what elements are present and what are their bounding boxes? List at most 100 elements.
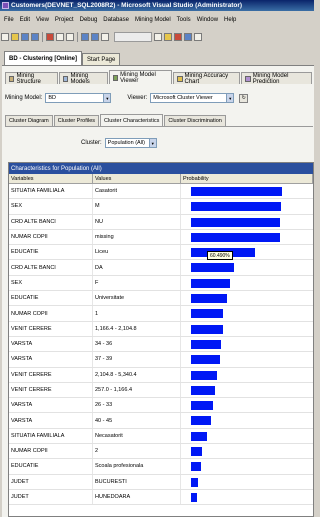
value-cell: 26 - 33 xyxy=(93,398,181,413)
tab-cluster-profiles[interactable]: Cluster Profiles xyxy=(53,115,100,126)
header-values[interactable]: Values xyxy=(93,174,181,183)
value-cell: BUCURESTI xyxy=(93,474,181,489)
table-row[interactable]: JUDET HUNEDOARA xyxy=(9,489,313,506)
prediction-icon xyxy=(245,75,251,82)
table-row[interactable]: JUDET BUCURESTI xyxy=(9,474,313,490)
variable-cell: EDUCATIE xyxy=(9,291,93,306)
properties-icon[interactable] xyxy=(174,33,182,41)
probability-cell xyxy=(181,276,313,290)
tab-label: Mining Model Viewer xyxy=(120,71,156,84)
table-row[interactable]: VENIT CERERE 1,166.4 - 2,104.8 xyxy=(9,321,313,337)
table-row[interactable]: SEX F xyxy=(9,275,313,292)
table-row[interactable]: VARSTA 37 - 39 xyxy=(9,352,313,368)
chevron-down-icon[interactable]: ▼ xyxy=(226,94,234,102)
tab-mining-structure[interactable]: Mining Structure xyxy=(5,72,59,85)
value-cell: 37 - 39 xyxy=(93,352,181,367)
tab-mining-model-viewer[interactable]: Mining Model Viewer xyxy=(108,70,173,84)
probability-cell xyxy=(181,199,313,213)
table-row[interactable]: EDUCATIE Scoala profesionala xyxy=(9,459,313,475)
probability-bar xyxy=(191,431,207,441)
table-row[interactable]: SEX M xyxy=(9,199,313,215)
tab-mining-models[interactable]: Mining Models xyxy=(59,72,108,85)
value-cell: 40 - 45 xyxy=(93,413,181,428)
menu-file[interactable]: File xyxy=(1,17,17,23)
table-row[interactable]: SITUATIA FAMILIALA Casatorit xyxy=(9,184,313,200)
variable-cell: EDUCATIE xyxy=(9,459,93,474)
table-row[interactable]: VENIT CERERE 2,104.8 - 5,340.4 xyxy=(9,367,313,383)
refresh-button[interactable]: ↻ xyxy=(239,93,249,103)
table-row[interactable]: EDUCATIE Universitate xyxy=(9,291,313,307)
tab-label: Mining Accuracy Chart xyxy=(184,72,229,85)
model-selector-bar: Mining Model: BD ▼ Viewer: Microsoft Clu… xyxy=(5,91,313,105)
mining-model-select[interactable]: BD ▼ xyxy=(45,93,112,103)
menu-tools[interactable]: Tools xyxy=(174,17,194,23)
window-title: Customers(DEVNET_SQL2008R2) - Microsoft … xyxy=(11,2,243,9)
probability-cell xyxy=(181,291,313,305)
tab-cluster-diagram[interactable]: Cluster Diagram xyxy=(5,115,53,126)
table-row[interactable]: VARSTA 26 - 33 xyxy=(9,398,313,414)
value-cell: missing xyxy=(93,229,181,245)
paste-icon[interactable] xyxy=(66,33,74,41)
undo-icon[interactable] xyxy=(81,33,89,41)
start-icon[interactable] xyxy=(101,33,109,41)
probability-bar xyxy=(191,477,198,487)
save-icon[interactable] xyxy=(21,33,29,41)
menu-debug[interactable]: Debug xyxy=(77,17,101,23)
menu-mining-model[interactable]: Mining Model xyxy=(132,17,174,23)
save-all-icon[interactable] xyxy=(31,33,39,41)
toolbox-icon[interactable] xyxy=(184,33,192,41)
table-row[interactable]: VARSTA 40 - 45 xyxy=(9,413,313,429)
tab-start-page[interactable]: Start Page xyxy=(82,53,121,65)
tab-cluster-discrimination[interactable]: Cluster Discrimination xyxy=(164,115,226,126)
menu-help[interactable]: Help xyxy=(221,17,239,23)
chevron-down-icon[interactable]: ▼ xyxy=(148,139,156,147)
table-row[interactable]: EDUCATIE Liceu xyxy=(9,245,313,261)
variable-cell: VENIT CERERE xyxy=(9,367,93,382)
table-row[interactable]: SITUATIA FAMILIALA Necasatorit xyxy=(9,428,313,445)
probability-cell xyxy=(181,429,313,443)
probability-cell xyxy=(181,337,313,351)
menu-edit[interactable]: Edit xyxy=(17,17,33,23)
header-probability[interactable]: Probability xyxy=(181,174,313,183)
variable-cell: SITUATIA FAMILIALA xyxy=(9,428,93,444)
designer-tabs: Mining Structure Mining Models Mining Mo… xyxy=(5,70,313,85)
tab-cluster-characteristics[interactable]: Cluster Characteristics xyxy=(100,114,164,126)
toolbar-separator xyxy=(42,32,43,42)
cut-icon[interactable] xyxy=(46,33,54,41)
table-row[interactable]: VARSTA 34 - 36 xyxy=(9,336,313,353)
probability-bar xyxy=(191,294,227,304)
header-variables[interactable]: Variables xyxy=(9,174,93,183)
solution-explorer-icon[interactable] xyxy=(164,33,172,41)
menu-window[interactable]: Window xyxy=(194,17,221,23)
mining-models-icon xyxy=(63,75,69,82)
tab-label: Mining Structure xyxy=(16,72,41,85)
document-tabs: BD - Clustering [Online] Start Page xyxy=(0,49,314,65)
redo-icon[interactable] xyxy=(91,33,99,41)
tab-label: Mining Model Prediction xyxy=(252,72,289,85)
toolbar-options-icon[interactable] xyxy=(194,33,202,41)
menu-view[interactable]: View xyxy=(33,17,52,23)
new-project-icon[interactable] xyxy=(1,33,9,41)
menu-project[interactable]: Project xyxy=(52,17,77,23)
table-row[interactable]: NUMAR COPII 1 xyxy=(9,306,313,322)
table-row[interactable]: CRD ALTE BANCI DA xyxy=(9,260,313,276)
tab-mining-model-prediction[interactable]: Mining Model Prediction xyxy=(241,72,312,85)
viewer-select[interactable]: Microsoft Cluster Viewer ▼ xyxy=(150,93,235,103)
tab-bd-clustering[interactable]: BD - Clustering [Online] xyxy=(4,51,82,65)
table-row[interactable]: VENIT CERERE 257.0 - 1,166.4 xyxy=(9,382,313,399)
find-icon[interactable] xyxy=(154,33,162,41)
solution-configuration-combo[interactable] xyxy=(114,32,152,42)
table-row[interactable]: CRD ALTE BANCI NU xyxy=(9,214,313,230)
table-row[interactable]: NUMAR COPII missing xyxy=(9,229,313,246)
probability-bar xyxy=(191,187,282,196)
open-icon[interactable] xyxy=(11,33,19,41)
table-row[interactable]: NUMAR COPII 2 xyxy=(9,444,313,460)
chevron-down-icon[interactable]: ▼ xyxy=(103,94,111,102)
tab-mining-accuracy-chart[interactable]: Mining Accuracy Chart xyxy=(173,72,241,85)
mining-model-label: Mining Model: xyxy=(5,95,43,101)
variable-cell: VARSTA xyxy=(9,413,93,428)
menu-database[interactable]: Database xyxy=(100,17,132,23)
probability-bar xyxy=(191,462,201,472)
copy-icon[interactable] xyxy=(56,33,64,41)
cluster-select[interactable]: Population (All) ▼ xyxy=(104,138,157,148)
